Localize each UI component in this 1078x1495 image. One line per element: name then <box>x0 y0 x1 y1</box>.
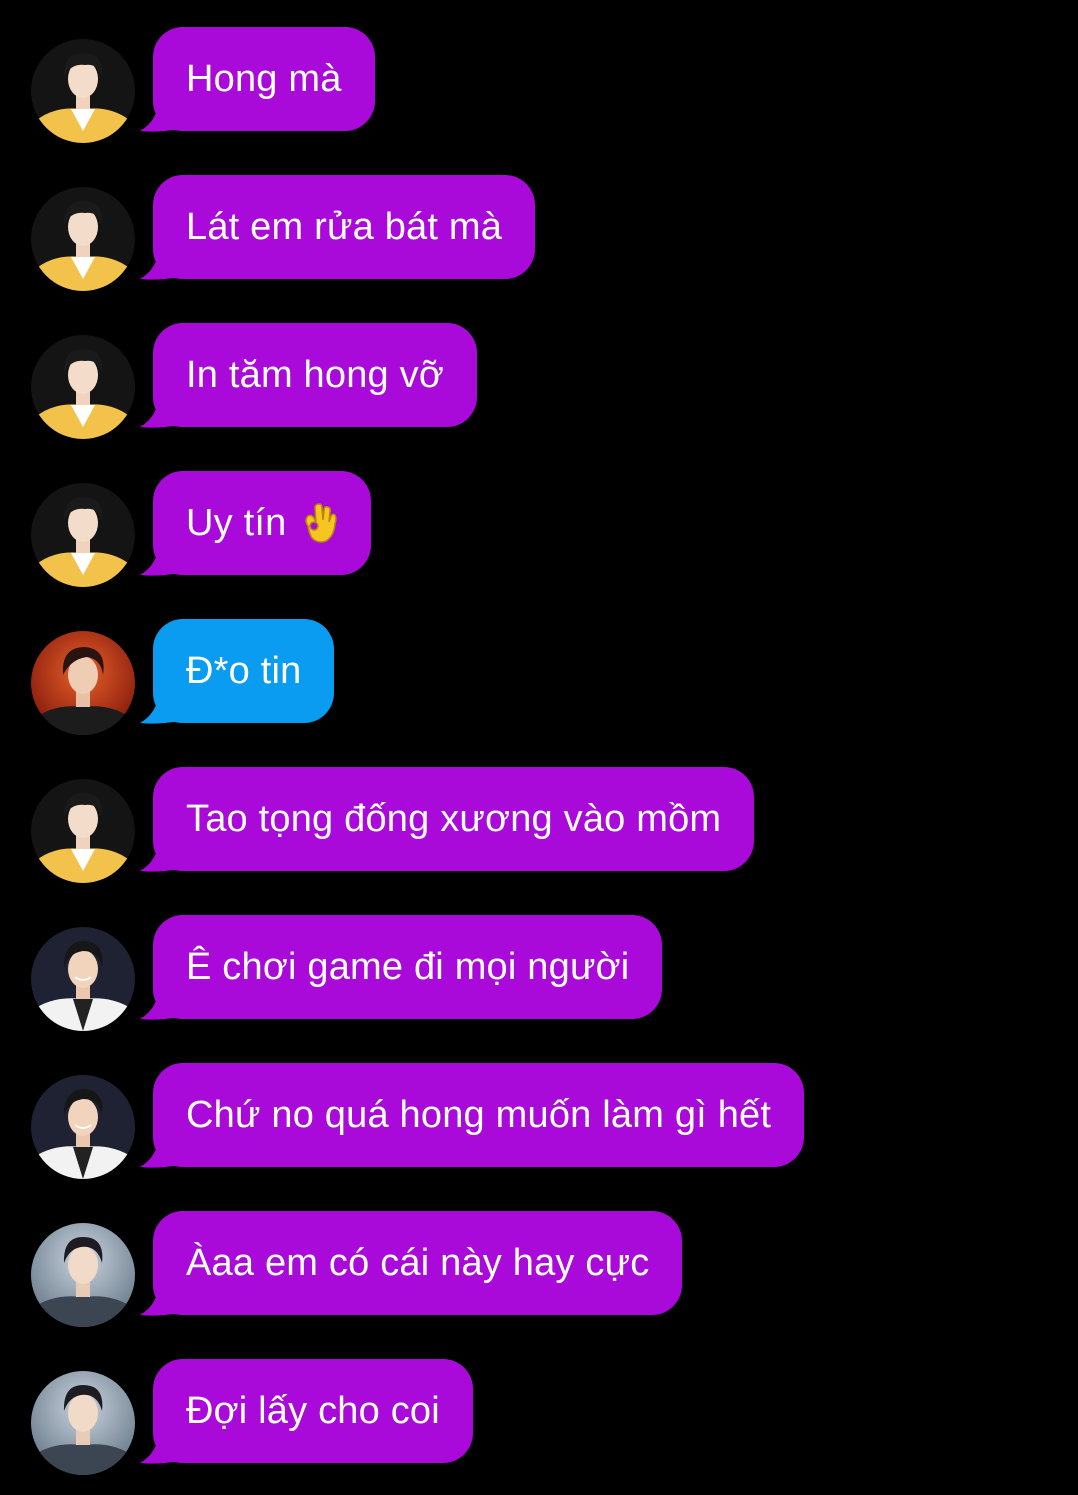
message-row: Uy tín <box>0 471 1078 587</box>
message-row: Ê chơi game đi mọi người <box>0 915 1078 1031</box>
member-yellow-jacket-avatar[interactable] <box>31 335 135 439</box>
message-bubble[interactable]: Ê chơi game đi mọi người <box>153 915 663 1019</box>
chat-thread: Hong mà Lát em rửa bát mà In tăm hong vỡ… <box>0 0 1078 1495</box>
message-text: Chứ no quá hong muốn làm gì hết <box>186 1093 772 1136</box>
message-row: Đ*o tin <box>0 619 1078 735</box>
ok-hand-emoji-icon <box>305 503 338 543</box>
message-bubble[interactable]: Chứ no quá hong muốn làm gì hết <box>153 1063 805 1167</box>
member-grey-jacket-avatar[interactable] <box>31 1223 135 1327</box>
message-bubble[interactable]: Lát em rửa bát mà <box>153 175 536 279</box>
member-white-suit-avatar[interactable] <box>31 1075 135 1179</box>
message-text: Đợi lấy cho coi <box>186 1389 440 1432</box>
message-text: Uy tín <box>186 501 287 544</box>
member-yellow-jacket-avatar[interactable] <box>31 779 135 883</box>
message-text: Àaa em có cái này hay cực <box>186 1241 650 1284</box>
member-grey-jacket-avatar[interactable] <box>31 1371 135 1475</box>
message-bubble[interactable]: In tăm hong vỡ <box>153 323 477 427</box>
message-text: In tăm hong vỡ <box>186 353 444 396</box>
message-row: Đợi lấy cho coi <box>0 1359 1078 1475</box>
message-bubble[interactable]: Àaa em có cái này hay cực <box>153 1211 683 1315</box>
message-text: Lát em rửa bát mà <box>186 205 503 248</box>
message-text: Ê chơi game đi mọi người <box>186 945 630 988</box>
message-row: Àaa em có cái này hay cực <box>0 1211 1078 1327</box>
member-yellow-jacket-avatar[interactable] <box>31 187 135 291</box>
message-bubble[interactable]: Tao tọng đống xương vào mồm <box>153 767 755 871</box>
member-yellow-jacket-avatar[interactable] <box>31 39 135 143</box>
member-white-suit-avatar[interactable] <box>31 927 135 1031</box>
message-text: Hong mà <box>186 57 342 100</box>
member-red-stage-avatar[interactable] <box>31 631 135 735</box>
message-row: In tăm hong vỡ <box>0 323 1078 439</box>
message-bubble[interactable]: Uy tín <box>153 471 372 575</box>
message-row: Chứ no quá hong muốn làm gì hết <box>0 1063 1078 1179</box>
member-yellow-jacket-avatar[interactable] <box>31 483 135 587</box>
message-bubble[interactable]: Hong mà <box>153 27 375 131</box>
message-bubble[interactable]: Đợi lấy cho coi <box>153 1359 473 1463</box>
message-bubble[interactable]: Đ*o tin <box>153 619 335 723</box>
message-row: Tao tọng đống xương vào mồm <box>0 767 1078 883</box>
message-text: Tao tọng đống xương vào mồm <box>186 797 722 840</box>
message-text: Đ*o tin <box>186 649 302 692</box>
message-row: Hong mà <box>0 27 1078 143</box>
message-row: Lát em rửa bát mà <box>0 175 1078 291</box>
